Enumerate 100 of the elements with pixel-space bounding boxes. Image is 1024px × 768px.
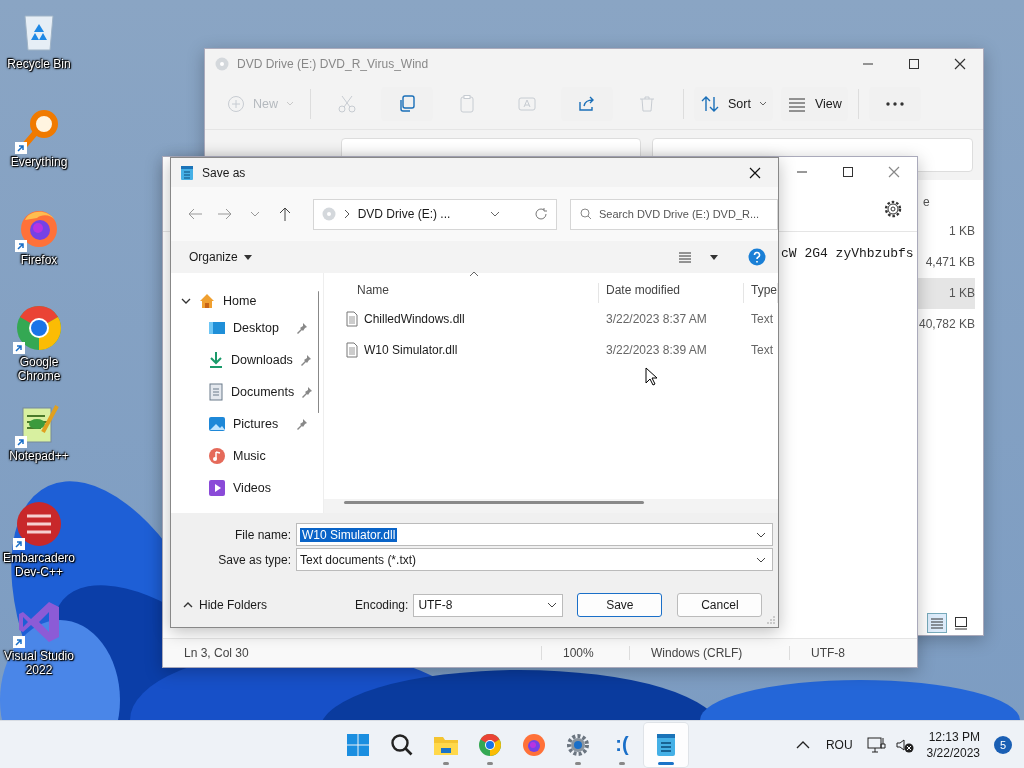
house-icon (198, 292, 216, 310)
list-lines-icon (930, 616, 944, 630)
list-lines-icon (678, 251, 692, 263)
help-icon[interactable] (748, 248, 766, 266)
close-icon[interactable] (954, 58, 966, 70)
tree-item[interactable]: Videos (233, 481, 271, 495)
chrome-logo-icon[interactable] (478, 732, 502, 757)
column-header[interactable]: Date modified (599, 283, 744, 303)
tree-item[interactable]: Desktop (233, 321, 279, 335)
taskbar-button[interactable]: :( (600, 722, 644, 767)
caret-up-icon (183, 602, 193, 608)
file-name[interactable]: W10 Simulator.dll (364, 342, 458, 357)
text-line: cW 2G4 zyVhbzubfs (781, 246, 914, 261)
settings-icon[interactable] (883, 199, 903, 219)
date-cell-text: 3/22/2023 8:37 AM (605, 311, 708, 326)
disc-icon (215, 57, 229, 71)
tile-icon (954, 616, 968, 630)
chrome-logo-icon (15, 304, 63, 352)
music-note-icon (208, 447, 226, 465)
clock[interactable]: 12:13 PM 3/22/2023 (926, 728, 980, 761)
forward-arrow-icon[interactable] (216, 207, 233, 221)
refresh-icon[interactable] (534, 207, 548, 221)
type-cell-text: Text (750, 311, 774, 326)
notepad-icon (180, 164, 194, 181)
organize-menu[interactable]: Organize (185, 247, 256, 267)
fox-globe-icon[interactable] (522, 732, 546, 757)
document-icon (208, 383, 224, 401)
language-indicator[interactable]: ROU (825, 737, 853, 752)
tree-item[interactable]: Music (233, 449, 266, 463)
cancel-button[interactable]: Cancel (677, 593, 763, 617)
back-arrow-icon[interactable] (186, 207, 203, 221)
save-button[interactable]: Save (577, 593, 663, 617)
tree-item[interactable]: Documents (231, 385, 295, 399)
scrollbar[interactable] (344, 501, 644, 504)
field-label: File name: (233, 527, 292, 542)
encoding-dropdown[interactable]: UTF-8 (413, 593, 564, 617)
network-icon[interactable] (866, 735, 887, 754)
caret-down-icon (243, 254, 252, 260)
tree-item[interactable]: Pictures (233, 417, 279, 431)
desktop-icon (208, 320, 226, 336)
status-text: UTF-8 (789, 646, 917, 660)
close-icon[interactable] (749, 166, 761, 179)
tree-item[interactable]: Downloads (231, 353, 293, 367)
desktop-icon-label[interactable]: Embarcadero Dev-C++ (0, 551, 80, 579)
cursor-icon (645, 367, 657, 386)
file-icon (346, 310, 358, 327)
address-bar[interactable]: DVD Drive (E:) ... (312, 198, 557, 230)
resize-grip-icon (767, 616, 775, 624)
notepad-icon[interactable] (655, 732, 677, 757)
download-arrow-icon (208, 351, 224, 369)
chevron-down-icon (756, 556, 766, 563)
dialog-title: Save as (202, 165, 247, 180)
sort-caret-icon (469, 271, 479, 277)
taskbar-button[interactable] (644, 722, 688, 767)
column-header[interactable]: Name (324, 283, 599, 303)
hide-folders-button[interactable]: Hide Folders (183, 598, 355, 612)
windows-logo-icon[interactable] (346, 732, 370, 757)
file-icon (346, 341, 358, 358)
status-text: Windows (CRLF) (629, 646, 789, 660)
size-cell-text: 40,782 KB (917, 316, 975, 333)
sad-face-icon[interactable]: :( (615, 733, 629, 756)
striped-circle-icon (15, 500, 63, 548)
date-cell-text: 3/22/2023 8:39 AM (605, 342, 708, 357)
search-icon[interactable] (390, 732, 414, 757)
sort-arrows-icon[interactable] (700, 94, 720, 114)
type-cell-text: Text (750, 342, 774, 357)
search-field[interactable]: Search DVD Drive (E:) DVD_R... (599, 208, 777, 220)
file-type-dropdown[interactable]: Text documents (*.txt) (296, 548, 773, 571)
maximize-icon[interactable] (842, 166, 854, 178)
scrollbar[interactable] (318, 291, 319, 413)
chevron-down-icon (286, 101, 294, 107)
video-icon (208, 479, 226, 497)
chevron-down-icon (547, 602, 558, 608)
file-name-field[interactable]: W10 Simulator.dll (296, 523, 773, 546)
chevron-up-icon[interactable] (795, 740, 810, 749)
up-arrow-icon[interactable] (277, 206, 292, 222)
picture-icon (208, 416, 226, 432)
notification-badge[interactable]: 5 (994, 735, 1012, 754)
status-text: Ln 3, Col 30 (183, 646, 250, 660)
search-box[interactable]: Search DVD Drive (E:) DVD_R... (570, 198, 778, 230)
chevron-down-icon (490, 211, 500, 217)
size-cell-text: 1 KB (948, 223, 975, 240)
chevron-down-icon[interactable] (181, 296, 191, 306)
chevron-down-icon (756, 531, 766, 538)
field-label: Save as type: (217, 552, 292, 567)
caret-down-icon (710, 254, 718, 260)
desktop-icon-label[interactable]: Visual Studio 2022 (0, 649, 80, 677)
copy-icon[interactable] (397, 94, 417, 114)
chevron-down-icon (758, 101, 767, 107)
field-label: Encoding: (355, 598, 409, 612)
file-name[interactable]: ChilledWindows.dll (364, 311, 465, 326)
breadcrumb-chevron-icon (343, 209, 350, 219)
gear-icon[interactable] (566, 732, 590, 757)
column-header[interactable]: Type (744, 283, 778, 303)
window-title: DVD Drive (E:) DVD_R_Virus_Wind (237, 57, 430, 71)
tree-item[interactable]: Home (223, 294, 257, 308)
disc-icon (321, 207, 336, 221)
status-text: 100% (541, 646, 629, 660)
maximize-icon[interactable] (908, 58, 920, 70)
search-icon (580, 208, 592, 220)
